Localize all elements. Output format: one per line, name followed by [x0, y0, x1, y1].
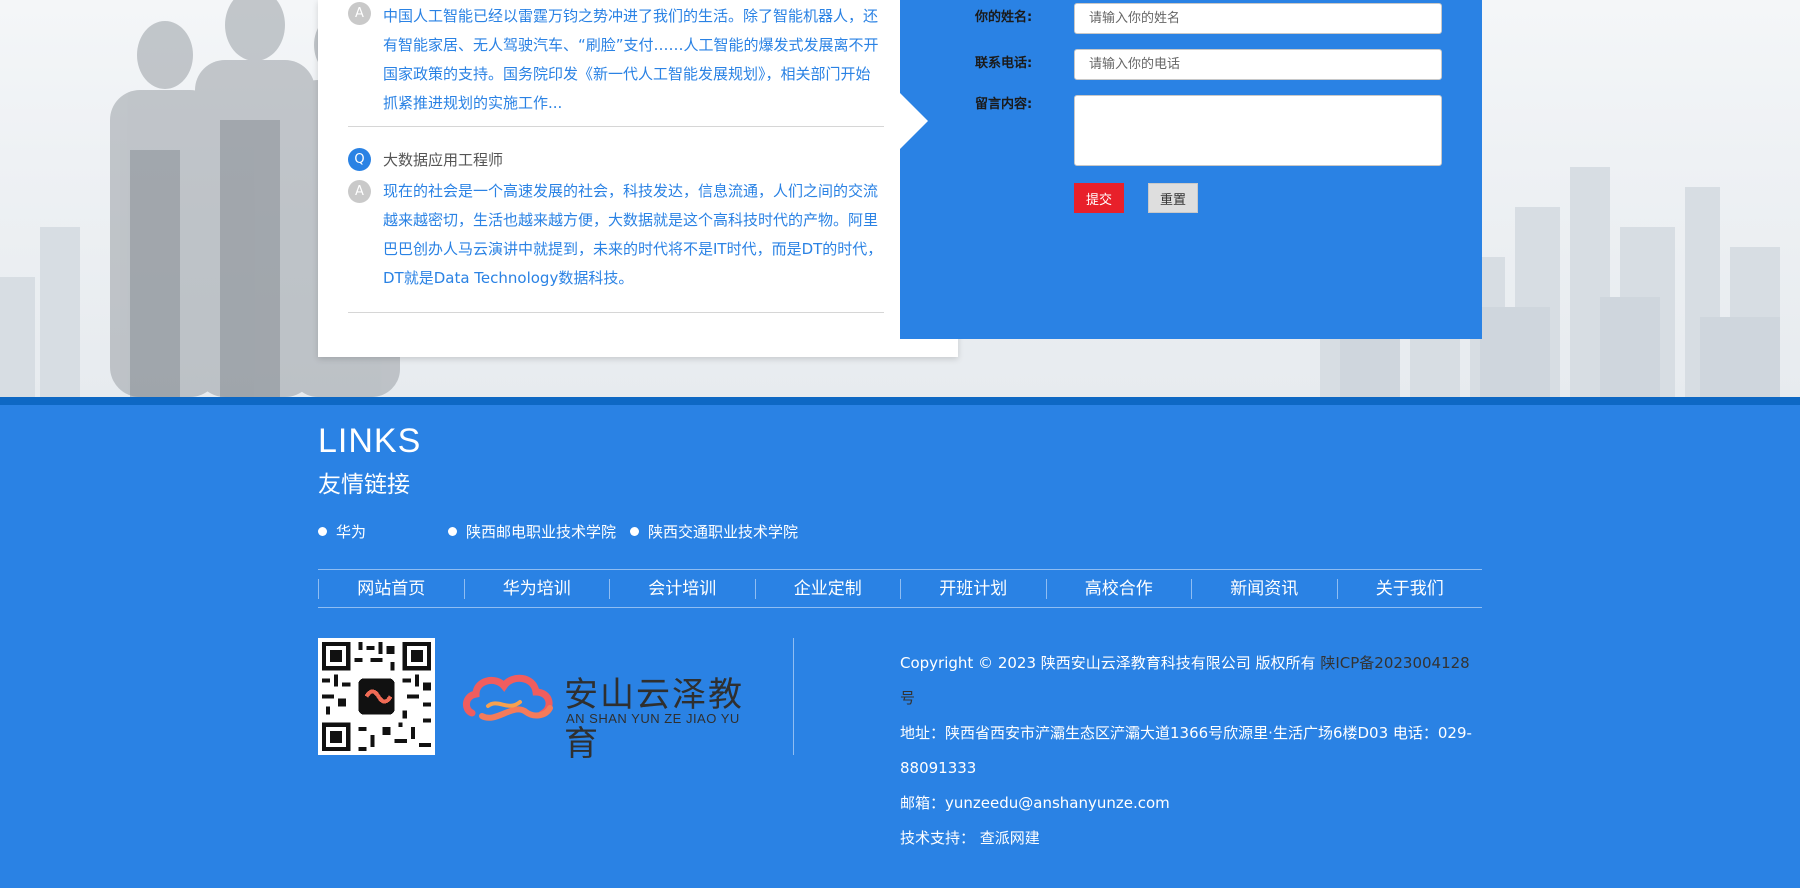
phone-input[interactable]: 请输入你的电话	[1074, 49, 1442, 80]
submit-button[interactable]: 提交	[1074, 183, 1124, 213]
bullet-icon	[318, 527, 327, 536]
friend-link-label: 陕西交通职业技术学院	[648, 523, 799, 541]
copyright-text: Copyright © 2023 陕西安山云泽教育科技有限公司 版权所有	[900, 654, 1316, 672]
friend-link-label: 华为	[336, 523, 367, 541]
friend-link-huawei[interactable]: 华为	[318, 521, 366, 542]
nav-class-schedule[interactable]: 开班计划	[900, 578, 1046, 599]
faq-divider	[348, 126, 884, 127]
faq-item-bigdata: Q 大数据应用工程师 A 现在的社会是一个高速发展的社会，科技发达，信息流通，人…	[348, 147, 884, 293]
bullet-icon	[448, 527, 457, 536]
name-input[interactable]: 请输入你的姓名	[1074, 3, 1442, 34]
friend-link-traffic-college[interactable]: 陕西交通职业技术学院	[630, 521, 798, 542]
nav-enterprise-custom[interactable]: 企业定制	[754, 578, 901, 599]
email-text: 邮箱：yunzeedu@anshanyunze.com	[900, 794, 1170, 812]
question-badge: Q	[348, 147, 371, 171]
tech-support-label: 技术支持：	[900, 829, 976, 847]
form-arrow-notch	[900, 93, 928, 149]
address-text: 地址：陕西省西安市浐灞生态区浐灞大道1366号欣源里·生活广场6楼D03 电话：…	[900, 724, 1472, 777]
nav-news[interactable]: 新闻资讯	[1191, 578, 1337, 599]
message-textarea[interactable]	[1074, 95, 1442, 166]
links-title: LINKS	[318, 422, 422, 460]
nav-about-us[interactable]: 关于我们	[1336, 578, 1483, 599]
faq-card: A 中国人工智能已经以雷霆万钧之势冲进了我们的生活。除了智能机器人，还有智能家居…	[318, 0, 958, 357]
bullet-icon	[630, 527, 639, 536]
faq-answer[interactable]: 现在的社会是一个高速发展的社会，科技发达，信息流通，人们之间的交流越来越密切，生…	[383, 177, 884, 293]
faq-item-ai: A 中国人工智能已经以雷霆万钧之势冲进了我们的生活。除了智能机器人，还有智能家居…	[348, 0, 884, 118]
footer: LINKS 友情链接 华为 陕西邮电职业技术学院 陕西交通职业技术学院 网站首页…	[0, 405, 1800, 888]
answer-badge: A	[348, 2, 371, 25]
nav-accounting-training[interactable]: 会计培训	[609, 578, 755, 599]
footer-top-bar	[0, 397, 1800, 405]
links-subtitle: 友情链接	[318, 472, 410, 498]
answer-badge: A	[348, 180, 371, 203]
faq-question[interactable]: 大数据应用工程师	[383, 149, 503, 170]
hero-section: A 中国人工智能已经以雷霆万钧之势冲进了我们的生活。除了智能机器人，还有智能家居…	[0, 0, 1800, 397]
reset-button[interactable]: 重置	[1148, 183, 1198, 213]
qr-code-icon	[318, 638, 435, 755]
brand-logo[interactable]: 安山云泽教育 AN SHAN YUN ZE JIAO YU	[462, 663, 752, 764]
phone-label: 联系电话:	[975, 56, 1033, 71]
nav-university-cooperation[interactable]: 高校合作	[1045, 578, 1192, 599]
friend-link-post-college[interactable]: 陕西邮电职业技术学院	[448, 521, 616, 542]
logo-subtitle: AN SHAN YUN ZE JIAO YU	[566, 711, 740, 726]
nav-huawei-training[interactable]: 华为培训	[463, 578, 610, 599]
message-form: 你的姓名: 请输入你的姓名 联系电话: 请输入你的电话 留言内容: 提交 重置	[900, 0, 1482, 339]
friend-link-label: 陕西邮电职业技术学院	[466, 523, 617, 541]
tech-support-link[interactable]: 查派网建	[980, 829, 1040, 847]
nav-home[interactable]: 网站首页	[318, 578, 464, 599]
copyright-line: Copyright © 2023 陕西安山云泽教育科技有限公司 版权所有 陕IC…	[900, 646, 1480, 716]
name-row: 你的姓名: 请输入你的姓名	[975, 3, 1442, 34]
message-row: 留言内容:	[975, 95, 1442, 166]
footer-vertical-divider	[793, 638, 794, 755]
tech-support-line: 技术支持： 查派网建	[900, 821, 1480, 856]
footer-nav: 网站首页 华为培训 会计培训 企业定制 开班计划 高校合作 新闻资讯 关于我们	[318, 569, 1482, 608]
faq-answer[interactable]: 中国人工智能已经以雷霆万钧之势冲进了我们的生活。除了智能机器人，还有智能家居、无…	[383, 2, 884, 118]
name-label: 你的姓名:	[975, 10, 1033, 25]
footer-info: Copyright © 2023 陕西安山云泽教育科技有限公司 版权所有 陕IC…	[900, 646, 1480, 856]
phone-row: 联系电话: 请输入你的电话	[975, 49, 1442, 80]
cloud-logo-icon	[463, 674, 553, 721]
message-label: 留言内容:	[975, 97, 1033, 112]
faq-divider	[348, 312, 884, 313]
